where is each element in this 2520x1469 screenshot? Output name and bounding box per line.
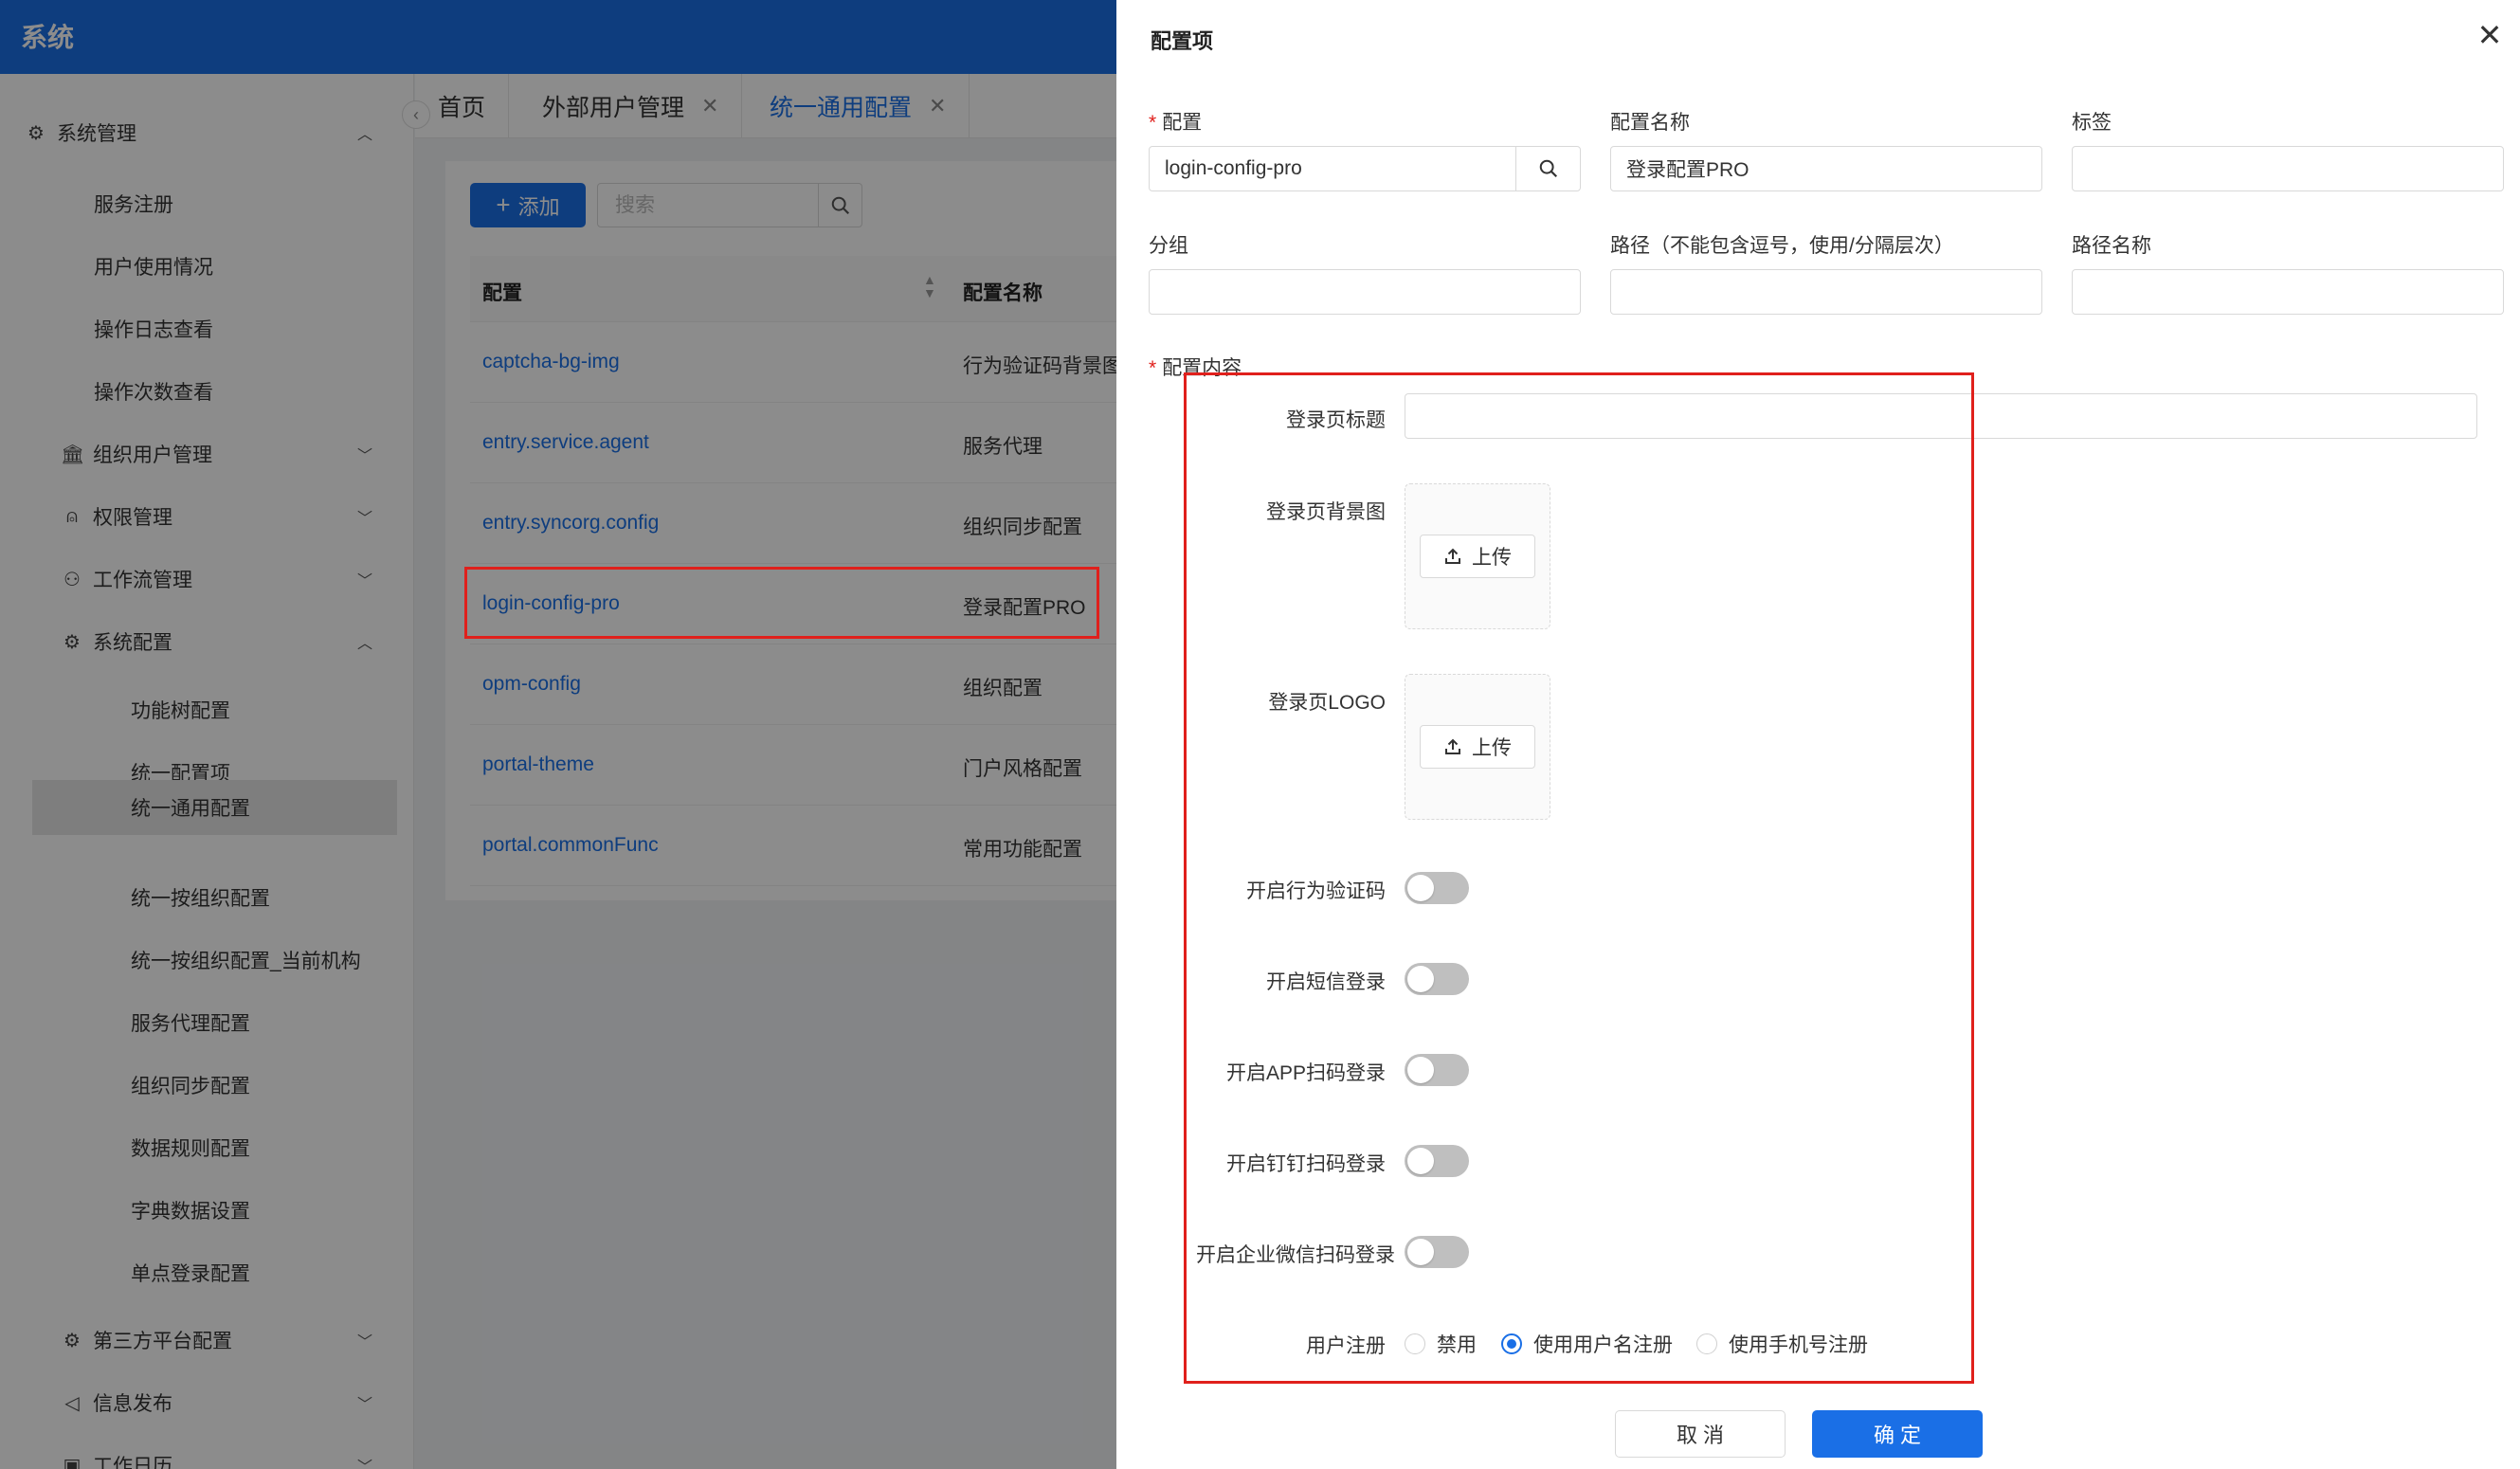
switch-knob xyxy=(1407,875,1434,901)
required-mark: * xyxy=(1149,357,1157,379)
sms-login-switch-label: 开启短信登录 xyxy=(1266,971,1386,993)
config-content-label: * 配置内容 xyxy=(1149,353,1242,381)
upload-label: 上传 xyxy=(1472,737,1512,759)
config-name-value: 登录配置PRO xyxy=(1626,159,1749,181)
config-search-button[interactable] xyxy=(1515,147,1580,190)
switch-knob xyxy=(1407,1057,1434,1083)
drawer-title: 配置项 xyxy=(1151,29,1214,53)
login-title-field[interactable] xyxy=(1405,393,2477,439)
group-label: 分组 xyxy=(1149,235,1188,257)
config-field-value: login-config-pro xyxy=(1165,157,1302,179)
tag-field[interactable] xyxy=(2072,146,2504,191)
captcha-switch-label: 开启行为验证码 xyxy=(1246,880,1386,902)
config-name-field[interactable]: 登录配置PRO xyxy=(1610,146,2042,191)
radio-label: 禁用 xyxy=(1437,1334,1477,1356)
radio-dot xyxy=(1696,1333,1717,1354)
close-icon[interactable]: ✕ xyxy=(2474,19,2506,51)
config-name-label: 配置名称 xyxy=(1610,112,1690,134)
captcha-switch[interactable] xyxy=(1405,872,1469,904)
logo-upload-button[interactable]: 上传 xyxy=(1420,725,1535,769)
switch-knob xyxy=(1407,1239,1434,1265)
path-name-label: 路径名称 xyxy=(2072,235,2151,257)
group-field[interactable] xyxy=(1149,269,1581,315)
logo-label: 登录页LOGO xyxy=(1268,692,1386,714)
tag-label: 标签 xyxy=(2072,112,2112,134)
radio-label: 使用手机号注册 xyxy=(1729,1334,1868,1356)
radio-label: 使用用户名注册 xyxy=(1533,1334,1673,1356)
app-scan-switch-label: 开启APP扫码登录 xyxy=(1225,1062,1386,1084)
path-name-field[interactable] xyxy=(2072,269,2504,315)
dingtalk-scan-switch[interactable] xyxy=(1405,1145,1469,1177)
switch-knob xyxy=(1407,966,1434,992)
app-scan-switch[interactable] xyxy=(1405,1054,1469,1086)
cancel-button[interactable]: 取 消 xyxy=(1615,1410,1786,1458)
bg-image-upload-card: 上传 xyxy=(1405,483,1550,629)
radio-dot xyxy=(1405,1333,1425,1354)
register-option-disabled[interactable]: 禁用 xyxy=(1405,1330,1477,1358)
dingtalk-scan-switch-label: 开启钉钉扫码登录 xyxy=(1226,1153,1386,1175)
path-field[interactable] xyxy=(1610,269,2042,315)
login-title-label: 登录页标题 xyxy=(1286,409,1386,431)
config-field-label-text: 配置 xyxy=(1162,112,1203,134)
path-label: 路径（不能包含逗号，使用/分隔层次） xyxy=(1610,235,1954,257)
config-field[interactable]: login-config-pro xyxy=(1149,146,1581,191)
wecom-scan-switch[interactable] xyxy=(1405,1236,1469,1268)
wecom-scan-switch-label: 开启企业微信扫码登录 xyxy=(1196,1244,1395,1266)
config-field-label: * 配置 xyxy=(1149,107,1202,136)
required-mark: * xyxy=(1149,112,1157,134)
bg-image-label: 登录页背景图 xyxy=(1266,501,1386,523)
upload-icon xyxy=(1445,738,1460,754)
search-icon xyxy=(1539,159,1557,178)
config-content-label-text: 配置内容 xyxy=(1162,357,1242,379)
register-option-phone[interactable]: 使用手机号注册 xyxy=(1696,1330,1868,1358)
upload-label: 上传 xyxy=(1472,547,1512,569)
switch-knob xyxy=(1407,1148,1434,1174)
upload-icon xyxy=(1445,548,1460,564)
confirm-button[interactable]: 确 定 xyxy=(1812,1410,1983,1458)
register-option-username[interactable]: 使用用户名注册 xyxy=(1501,1330,1673,1358)
bg-image-upload-button[interactable]: 上传 xyxy=(1420,535,1535,578)
radio-dot xyxy=(1501,1333,1522,1354)
modal-mask[interactable] xyxy=(0,0,1116,1469)
user-register-label: 用户注册 xyxy=(1306,1335,1386,1357)
logo-upload-card: 上传 xyxy=(1405,674,1550,820)
config-drawer: 配置项 ✕ * 配置 login-config-pro 配置名称 登录配置PRO … xyxy=(1116,0,2520,1469)
sms-login-switch[interactable] xyxy=(1405,963,1469,995)
